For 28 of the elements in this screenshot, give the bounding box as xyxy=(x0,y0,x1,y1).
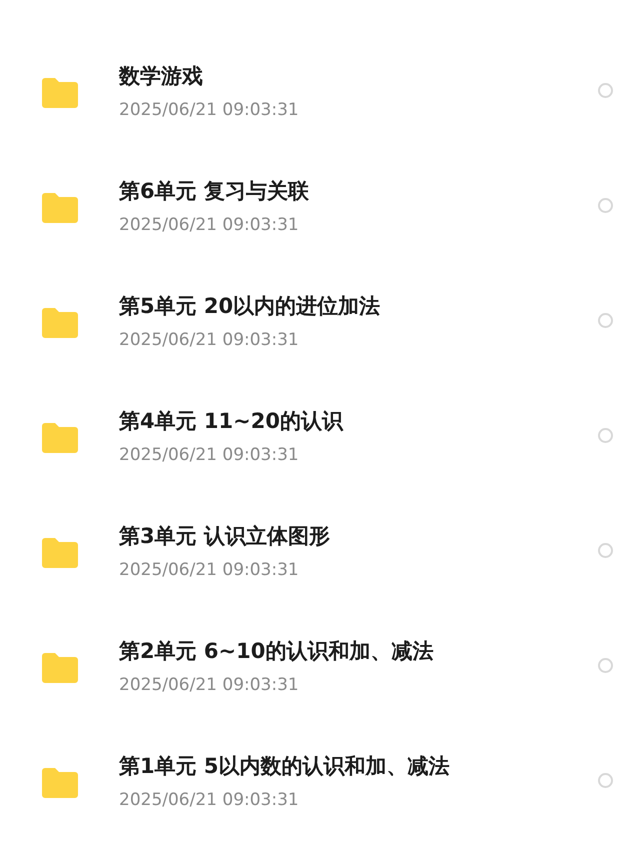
folder-icon xyxy=(42,536,78,568)
modified-date: 2025/06/21 09:03:31 xyxy=(119,330,299,350)
select-radio[interactable] xyxy=(598,543,613,558)
folder-icon xyxy=(42,76,78,108)
select-radio[interactable] xyxy=(598,313,613,328)
folder-name[interactable]: 第2单元 6~10的认识和加、减法 xyxy=(119,636,434,664)
folder-icon xyxy=(42,190,78,222)
folder-icon xyxy=(42,766,78,798)
folder-name[interactable]: 第4单元 11~20的认识 xyxy=(119,406,343,434)
folder-name[interactable]: 数学游戏 xyxy=(119,62,203,90)
select-radio[interactable] xyxy=(598,198,613,213)
folder-icon xyxy=(42,420,78,452)
folder-icon xyxy=(42,306,78,338)
modified-date: 2025/06/21 09:03:31 xyxy=(119,214,299,234)
select-radio[interactable] xyxy=(598,773,613,788)
modified-date: 2025/06/21 09:03:31 xyxy=(119,444,299,464)
select-radio[interactable] xyxy=(598,83,613,98)
folder-name[interactable]: 第5单元 20以内的进位加法 xyxy=(119,292,380,320)
folder-icon xyxy=(42,650,78,682)
folder-name[interactable]: 第1单元 5以内数的认识和加、减法 xyxy=(119,752,450,780)
modified-date: 2025/06/21 09:03:31 xyxy=(119,560,299,580)
modified-date: 2025/06/21 09:03:31 xyxy=(119,790,299,810)
folder-name[interactable]: 第6单元 复习与关联 xyxy=(119,176,309,204)
modified-date: 2025/06/21 09:03:31 xyxy=(119,674,299,694)
modified-date: 2025/06/21 09:03:31 xyxy=(119,100,299,120)
select-radio[interactable] xyxy=(598,428,613,443)
select-radio[interactable] xyxy=(598,658,613,673)
folder-name[interactable]: 第3单元 认识立体图形 xyxy=(119,522,330,550)
